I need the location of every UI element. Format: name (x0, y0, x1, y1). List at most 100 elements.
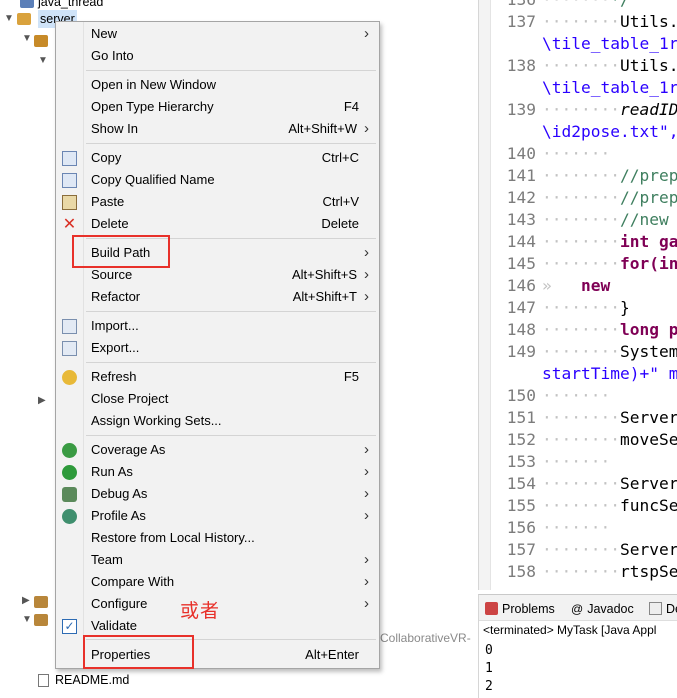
menu-item-coverage-as[interactable]: Coverage As › (56, 439, 379, 461)
code-token: readID (619, 100, 677, 119)
annotation-text: 或者 (180, 600, 221, 622)
menu-item-label: Export... (91, 340, 140, 355)
line-number: 136 (491, 0, 536, 11)
line-number: 155 (506, 496, 536, 515)
whitespace-marker: ······· (542, 0, 610, 9)
code-token: long p (619, 320, 677, 339)
menu-item-label: Restore from Local History... (91, 530, 255, 545)
code-line: 157 ········Server (491, 539, 677, 561)
menu-item-shortcut: F5 (343, 369, 359, 384)
code-text: \id2pose.txt", (536, 121, 677, 143)
java-file-icon (20, 0, 34, 8)
line-number: 143 (506, 210, 536, 229)
line-number: 138 (506, 56, 536, 75)
tab-declaration[interactable]: De (649, 600, 677, 618)
code-line: 152 ········moveSe (491, 429, 677, 451)
problems-icon (485, 602, 498, 615)
chevron-right-icon: › (364, 266, 369, 283)
menu-item-label: Validate (91, 618, 138, 633)
menu-item-label: Team (91, 552, 123, 567)
menu-item-debug-as[interactable]: Debug As › (56, 483, 379, 505)
menu-item-label: Paste (91, 194, 125, 209)
code-text: ······· (536, 385, 610, 407)
import-icon (62, 319, 77, 334)
chevron-right-icon: › (364, 463, 369, 480)
menu-item-delete[interactable]: ✕ Delete Delete (56, 213, 379, 235)
code-line: \tile_table_1r (491, 77, 677, 99)
code-text: ········//new (536, 209, 669, 231)
code-line: 154 ········Server (491, 473, 677, 495)
chevron-right-icon: › (364, 25, 369, 42)
code-line: 139 ········readID (491, 99, 677, 121)
menu-item-show-in[interactable]: Show In Alt+Shift+W › (56, 118, 379, 140)
menu-item-paste[interactable]: Paste Ctrl+V (56, 191, 379, 213)
code-text: ········funcSe (536, 495, 677, 517)
code-token: rtspSe (619, 562, 677, 581)
menu-item-export[interactable]: Export... (56, 337, 379, 359)
chevron-down-icon[interactable]: ▼ (22, 33, 32, 44)
menu-item-shortcut: Alt+Shift+W (288, 121, 357, 136)
menu-item-go-into[interactable]: Go Into (56, 45, 379, 67)
chevron-right-icon: › (364, 507, 369, 524)
menu-item-open-type-hierarchy[interactable]: Open Type Hierarchy F4 (56, 96, 379, 118)
background-project-label: CollaborativeVR- (380, 631, 471, 645)
menu-item-refresh[interactable]: Refresh F5 (56, 366, 379, 388)
code-line: 138 ········Utils. (491, 55, 677, 77)
menu-item-import[interactable]: Import... (56, 315, 379, 337)
menu-item-team[interactable]: Team › (56, 549, 379, 571)
code-line: 140 ······· (491, 143, 610, 165)
chevron-down-icon[interactable]: ▼ (38, 55, 48, 66)
tab-problems[interactable]: Problems (485, 600, 555, 618)
menu-separator (86, 435, 376, 436)
code-token: Server (619, 474, 677, 493)
code-text: ········Server (536, 407, 677, 429)
menu-item-refactor[interactable]: Refactor Alt+Shift+T › (56, 286, 379, 308)
menu-separator (86, 70, 376, 71)
code-line: 144 ········int ga (491, 231, 677, 253)
code-text: ········//prep (536, 165, 677, 187)
code-text: ······· (536, 517, 610, 539)
menu-item-new[interactable]: New › (56, 23, 379, 45)
menu-item-copy[interactable]: Copy Ctrl+C (56, 147, 379, 169)
code-text: \tile_table_1r (536, 33, 677, 55)
code-token: } (619, 298, 630, 317)
package-folder-icon (34, 35, 48, 47)
chevron-right-icon[interactable]: ▶ (38, 395, 46, 406)
menu-item-restore-from-local-history[interactable]: Restore from Local History... (56, 527, 379, 549)
chevron-right-icon[interactable]: ▶ (22, 595, 30, 606)
code-editor[interactable]: 136·······*/137········Utils.,\tile_tabl… (478, 0, 677, 590)
copy-qualified-icon (62, 173, 77, 188)
debug-icon (62, 487, 77, 502)
menu-item-run-as[interactable]: Run As › (56, 461, 379, 483)
menu-item-copy-qualified-name[interactable]: Copy Qualified Name (56, 169, 379, 191)
line-number: 140 (506, 144, 536, 163)
chevron-right-icon: › (364, 244, 369, 261)
menu-item-assign-working-sets[interactable]: Assign Working Sets... (56, 410, 379, 432)
chevron-right-icon: › (364, 441, 369, 458)
tab-javadoc[interactable]: @ Javadoc (571, 600, 634, 618)
line-number: 153 (506, 452, 536, 471)
menu-item-label: Open in New Window (91, 77, 216, 92)
line-number: 142 (506, 188, 536, 207)
menu-item-profile-as[interactable]: Profile As › (56, 505, 379, 527)
code-token: //prep (619, 166, 677, 185)
coverage-icon (62, 443, 77, 458)
line-number: 157 (506, 540, 536, 559)
chevron-down-icon[interactable]: ▼ (4, 10, 14, 28)
code-text: ········moveSe (536, 429, 677, 451)
code-line: \id2pose.txt", (491, 121, 677, 143)
chevron-down-icon[interactable]: ▼ (22, 614, 32, 625)
whitespace-marker: ········ (542, 540, 620, 559)
menu-item-compare-with[interactable]: Compare With › (56, 571, 379, 593)
menu-item-open-in-new-window[interactable]: Open in New Window (56, 74, 379, 96)
whitespace-marker: ········ (542, 430, 620, 449)
menu-item-label: Configure (91, 596, 148, 611)
line-number: 152 (506, 430, 536, 449)
code-token: Utils., (619, 12, 677, 31)
code-line: 137········Utils., (491, 11, 677, 33)
validate-check-icon: ✓ (62, 619, 77, 634)
code-line: startTime)+" m (491, 363, 677, 385)
whitespace-marker: ········ (542, 100, 620, 119)
menu-item-close-project[interactable]: Close Project (56, 388, 379, 410)
code-token: funcSe (619, 496, 677, 515)
